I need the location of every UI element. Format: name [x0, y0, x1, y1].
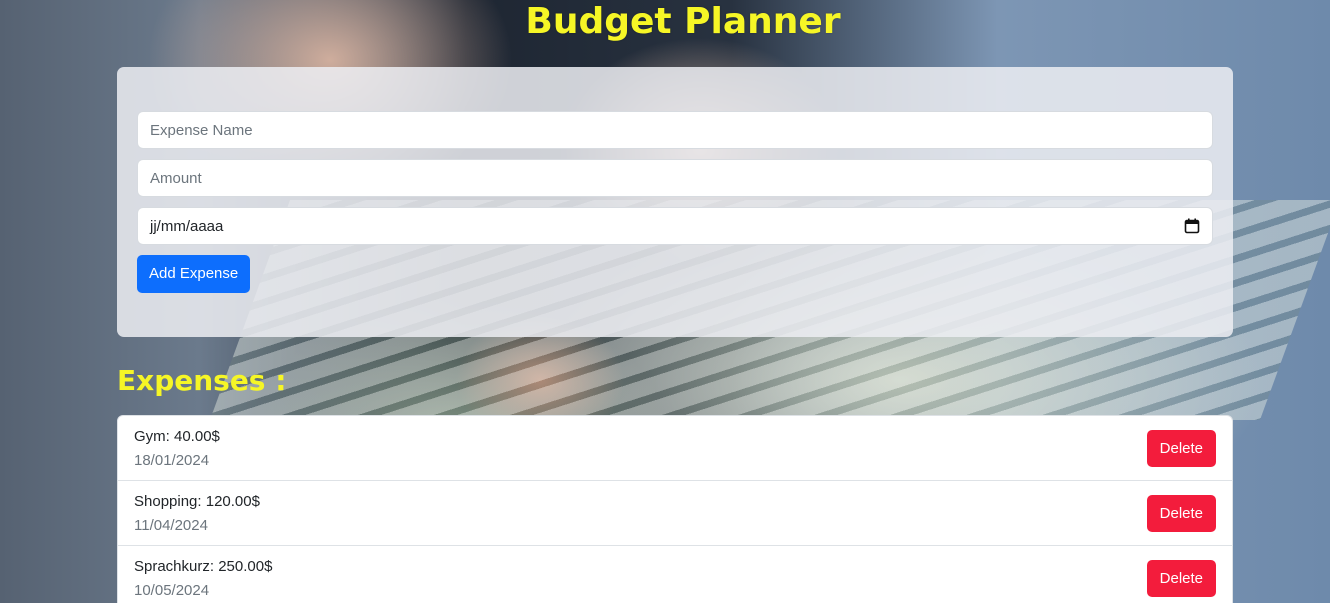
expense-name-input[interactable] [137, 111, 1213, 149]
expenses-heading: Expenses : [117, 364, 287, 397]
expense-item-date: 11/04/2024 [134, 517, 208, 534]
amount-input[interactable] [137, 159, 1213, 197]
delete-button[interactable]: Delete [1146, 560, 1216, 597]
calendar-icon[interactable] [1184, 218, 1200, 234]
expense-item: Sprachkurz: 250.00$ 10/05/2024 Delete [118, 546, 1232, 603]
expense-list: Gym: 40.00$ 18/01/2024 Delete Shopping: … [117, 415, 1233, 603]
delete-button[interactable]: Delete [1146, 495, 1216, 532]
page: Budget Planner jj/mm/aaaa Add Expense Ex… [0, 0, 1330, 603]
expense-form-card: jj/mm/aaaa Add Expense [117, 67, 1233, 337]
date-input[interactable]: jj/mm/aaaa [137, 207, 1213, 245]
expense-item-label: Sprachkurz: 250.00$ [134, 558, 273, 575]
date-input-placeholder: jj/mm/aaaa [150, 217, 224, 235]
expense-item: Shopping: 120.00$ 11/04/2024 Delete [118, 481, 1232, 546]
expense-item-label: Gym: 40.00$ [134, 428, 220, 445]
expense-item: Gym: 40.00$ 18/01/2024 Delete [118, 416, 1232, 481]
page-title: Budget Planner [525, 1, 841, 42]
delete-button[interactable]: Delete [1146, 430, 1216, 467]
expense-item-label: Shopping: 120.00$ [134, 493, 260, 510]
add-expense-button[interactable]: Add Expense [137, 255, 251, 293]
expense-item-date: 10/05/2024 [134, 582, 210, 599]
expense-item-date: 18/01/2024 [134, 452, 210, 469]
